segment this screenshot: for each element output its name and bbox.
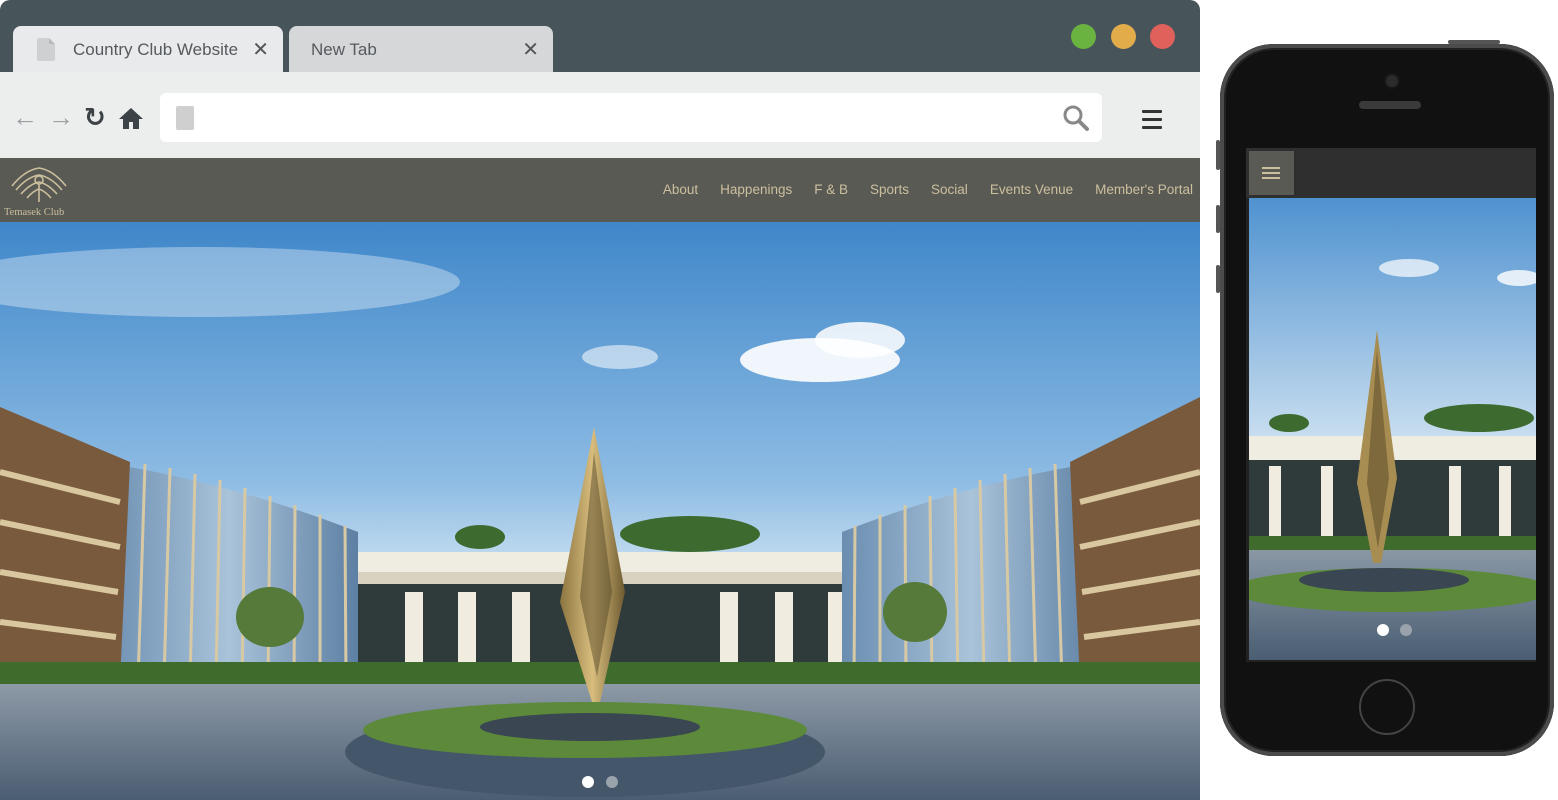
browser-window: Country Club Website ✕ New Tab ✕ ← → ↻ T… [0,0,1200,800]
hamburger-menu-icon[interactable] [1142,110,1162,134]
eagle-logo-icon [11,167,67,202]
home-button [1359,679,1415,735]
tab-label: Country Club Website [73,40,239,59]
browser-toolbar: ← → ↻ [0,72,1200,158]
nav-about[interactable]: About [663,182,698,197]
home-icon[interactable] [118,106,144,134]
mobile-hero-image [1249,198,1536,660]
close-window-button[interactable] [1150,24,1175,49]
hero-image [0,222,1200,800]
earpiece-speaker [1359,101,1421,109]
address-bar[interactable] [160,93,1102,142]
logo-text: Temasek Club [4,207,65,218]
phone-screen [1246,148,1536,662]
nav-happenings[interactable]: Happenings [720,182,792,197]
carousel-indicators [582,776,618,788]
back-arrow-icon[interactable]: ← [12,104,38,130]
search-icon[interactable] [1062,104,1090,137]
nav-social[interactable]: Social [931,182,968,197]
carousel-dot-2[interactable] [1400,624,1412,636]
hero-carousel[interactable] [0,222,1200,800]
tab-new-tab[interactable]: New Tab ✕ [289,26,553,72]
mobile-hero-carousel[interactable] [1249,198,1536,660]
page-icon [176,106,194,130]
document-icon [37,38,55,61]
tab-label: New Tab [311,40,377,59]
tab-country-club[interactable]: Country Club Website ✕ [13,26,283,72]
nav-members-portal[interactable]: Member's Portal [1095,182,1193,197]
phone-body [1220,44,1554,756]
minimize-button[interactable] [1111,24,1136,49]
maximize-button[interactable] [1071,24,1096,49]
carousel-dot-1[interactable] [1377,624,1389,636]
nav-sports[interactable]: Sports [870,182,909,197]
nav-fnb[interactable]: F & B [814,182,848,197]
hamburger-menu-icon[interactable] [1249,151,1294,195]
reload-icon[interactable]: ↻ [84,104,106,130]
carousel-dot-2[interactable] [606,776,618,788]
close-icon[interactable]: ✕ [522,37,539,62]
forward-arrow-icon[interactable]: → [48,104,74,130]
phone-mockup [1216,40,1558,760]
main-menu: About Happenings F & B Sports Social Eve… [663,182,1193,197]
close-icon[interactable]: ✕ [252,37,269,62]
mobile-navbar [1246,148,1536,198]
nav-events-venue[interactable]: Events Venue [990,182,1073,197]
tab-strip: Country Club Website ✕ New Tab ✕ [0,0,1200,72]
site-navbar: Temasek Club About Happenings F & B Spor… [0,158,1200,222]
carousel-dot-1[interactable] [582,776,594,788]
mobile-carousel-indicators [1377,624,1412,636]
front-camera [1386,75,1398,87]
club-logo[interactable]: Temasek Club [4,164,74,218]
